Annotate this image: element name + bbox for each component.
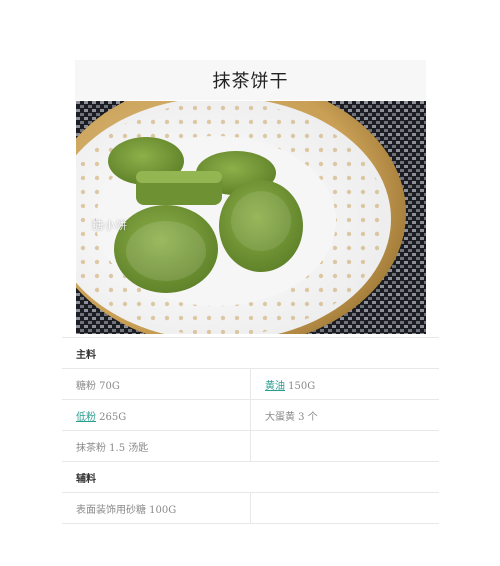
ingredient-cell: 糖粉 70G xyxy=(62,368,251,400)
aux-ingredients-heading: 辅料 xyxy=(62,461,439,493)
ingredient-name: 糖粉 xyxy=(76,380,96,392)
ingredient-amount: 150G xyxy=(285,380,316,392)
ingredient-row: 抹茶粉 1.5 汤匙 xyxy=(62,430,439,462)
ingredient-amount: 265G xyxy=(96,411,127,423)
ingredient-cell: 黄油 150G xyxy=(250,368,439,400)
recipe-photo xyxy=(76,101,426,334)
aux-ingredients-heading-row: 辅料 xyxy=(62,461,439,493)
recipe-title-bar: 抹茶饼干 xyxy=(75,60,426,100)
main-ingredients-heading: 主料 xyxy=(62,337,439,369)
ingredient-name: 表面装饰用砂糖 xyxy=(76,504,146,516)
ingredient-amount: 1.5 汤匙 xyxy=(106,442,149,454)
ingredient-row: 表面装饰用砂糖 100G xyxy=(62,492,439,524)
ingredient-cell-empty xyxy=(250,492,439,524)
ingredient-cell: 抹茶粉 1.5 汤匙 xyxy=(62,430,251,462)
ingredient-amount: 3 个 xyxy=(295,411,318,423)
ingredient-row: 糖粉 70G 黄油 150G xyxy=(62,368,439,400)
ingredient-row: 低粉 265G 大蛋黄 3 个 xyxy=(62,399,439,431)
ingredient-cell: 大蛋黄 3 个 xyxy=(250,399,439,431)
recipe-title: 抹茶饼干 xyxy=(212,71,289,92)
matcha-cookies-image xyxy=(76,101,426,334)
ingredient-amount: 70G xyxy=(96,380,120,392)
ingredient-cell-empty xyxy=(250,430,439,462)
photo-watermark: 糖小饼 xyxy=(92,219,128,232)
ingredient-cell: 表面装饰用砂糖 100G xyxy=(62,492,251,524)
ingredient-link-low-flour[interactable]: 低粉 xyxy=(76,412,96,423)
ingredient-name: 大蛋黄 xyxy=(265,411,295,423)
ingredient-amount: 100G xyxy=(146,504,177,516)
main-ingredients-heading-row: 主料 xyxy=(62,337,439,369)
ingredient-cell: 低粉 265G xyxy=(62,399,251,431)
ingredients-table: 主料 糖粉 70G 黄油 150G 低粉 265G 大蛋黄 3 个 抹茶粉 1.… xyxy=(62,337,439,524)
ingredient-link-butter[interactable]: 黄油 xyxy=(265,381,285,392)
ingredient-name: 抹茶粉 xyxy=(76,442,106,454)
